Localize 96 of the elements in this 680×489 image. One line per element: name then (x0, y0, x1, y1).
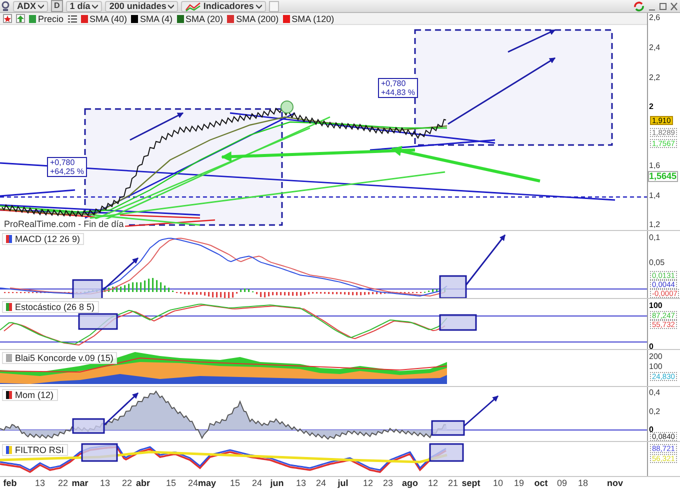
arrow (130, 112, 184, 141)
highlight-box (431, 420, 465, 436)
indicator-title[interactable]: Mom (12) (2, 389, 58, 401)
axis-date-label: sept (462, 478, 480, 488)
axis-date-label: 15 (166, 478, 176, 488)
axis-tick-label: 200 (649, 353, 662, 361)
maximize-icon[interactable] (659, 2, 667, 10)
axis-date-label: 21 (448, 478, 458, 488)
axis-date-label: 22 (122, 478, 132, 488)
axis-tick-label: 100 (649, 363, 662, 371)
chart-lines-icon (185, 0, 202, 12)
axis-date-label: jun (270, 478, 284, 488)
list-icon[interactable] (68, 14, 77, 22)
indicators-dropdown[interactable]: Indicadores (181, 0, 266, 12)
highlight-box (81, 443, 118, 462)
highlight-circle (280, 100, 294, 114)
bars-dropdown[interactable]: 200 unidades (105, 0, 178, 12)
arrow (102, 257, 138, 291)
axis-tick-label: 100 (649, 302, 662, 310)
caret-icon (38, 4, 44, 8)
axis-date-label: ago (402, 478, 418, 488)
close-icon[interactable] (670, 2, 678, 10)
axis-date-label: 22 (58, 478, 68, 488)
up-arrow-icon[interactable] (16, 14, 25, 23)
axis-date-label: 23 (383, 478, 393, 488)
gain-annotation: +0,780 +64,25 % (47, 157, 88, 177)
axis-date-label: may (198, 478, 216, 488)
axis-date-label: abr (136, 478, 150, 488)
indicator-swatch-icon (6, 446, 12, 454)
indicator-swatch-icon (6, 303, 12, 311)
highlight-box (78, 313, 118, 330)
legend-label[interactable]: SMA (20) (186, 14, 224, 24)
axis-tick-label: 0,4 (649, 389, 660, 397)
axis-date-label: 24 (316, 478, 326, 488)
axis-tick-label: 2,6 (649, 14, 660, 22)
axis-tick-label: 0 (649, 343, 654, 351)
axis-tick-label: 1,4 (649, 192, 660, 200)
axis-tick-label: 0,1 (649, 234, 660, 242)
legend-label[interactable]: Precio (38, 14, 64, 24)
axis-date-label: 19 (514, 478, 524, 488)
axis-tick-label: 2 (649, 103, 654, 111)
axis-date-label: 24 (252, 478, 262, 488)
highlight-box (439, 275, 467, 298)
axis-date-label: 12 (363, 478, 373, 488)
legend-label[interactable]: SMA (200) (236, 14, 279, 24)
indicator-swatch-icon (6, 354, 12, 362)
timeframe-dropdown[interactable]: 1 día (66, 0, 102, 12)
period-badge[interactable]: D (51, 0, 63, 12)
axis-date-label: 15 (230, 478, 240, 488)
indicator-title[interactable]: Blai5 Koncorde v.09 (15) (2, 352, 118, 364)
axis-date-label: 18 (578, 478, 588, 488)
axis-date-label: 09 (557, 478, 567, 488)
axis-tick-label: 0,05 (649, 259, 665, 267)
indicator-swatch-icon (6, 391, 12, 399)
axis-tick-label: 0 (649, 426, 654, 434)
source-label: ProRealTime.com - Fin de día (3, 219, 125, 229)
legend-label[interactable]: SMA (120) (292, 14, 334, 24)
axis-date-label: feb (3, 478, 17, 488)
settings-icon[interactable] (1, 0, 10, 12)
axis-date-label: oct (534, 478, 548, 488)
refresh-icon[interactable] (633, 0, 645, 12)
axis-tick-label: 0,2 (649, 408, 660, 416)
indicator-title[interactable]: FILTRO RSI (2, 444, 68, 456)
axis-date-label: jul (338, 478, 348, 488)
axis-date-label: 24 (188, 478, 198, 488)
axis-date-label: 13 (100, 478, 110, 488)
axis-tick-label: 1,6 (649, 162, 660, 170)
price-value-label: 1,5645 (648, 170, 678, 182)
indicator-swatch-icon (6, 235, 12, 243)
caret-icon (92, 4, 98, 8)
legend-label[interactable]: SMA (4) (140, 14, 173, 24)
symbol-dropdown[interactable]: ADX (13, 0, 48, 12)
arrow (508, 29, 556, 53)
star-icon[interactable] (3, 14, 12, 23)
axis-date-label: nov (607, 478, 623, 488)
highlight-box (429, 443, 464, 462)
axis-tick-label: 1,2 (649, 221, 660, 229)
legend-label[interactable]: SMA (40) (90, 14, 128, 24)
highlight-box (72, 418, 105, 434)
arrow (464, 395, 498, 427)
indicator-title[interactable]: Estocástico (26 8 5) (2, 301, 99, 313)
highlight-box (72, 279, 103, 298)
axis-date-label: 13 (35, 478, 45, 488)
axis-date-label: 12 (428, 478, 438, 488)
caret-icon (256, 4, 262, 8)
axis-date-label: 13 (296, 478, 306, 488)
axis-tick-label: 2,2 (649, 74, 660, 82)
highlight-box (439, 314, 477, 331)
axis-date-label: 10 (493, 478, 503, 488)
indicator-title[interactable]: MACD (12 26 9) (2, 233, 84, 245)
axis-date-label: mar (72, 478, 88, 488)
arrow (465, 234, 506, 286)
axis-tick-label: 2,4 (649, 44, 660, 52)
caret-icon (168, 4, 174, 8)
gain-annotation: +0,780 +44,83 % (378, 78, 418, 98)
arrow (103, 392, 139, 426)
